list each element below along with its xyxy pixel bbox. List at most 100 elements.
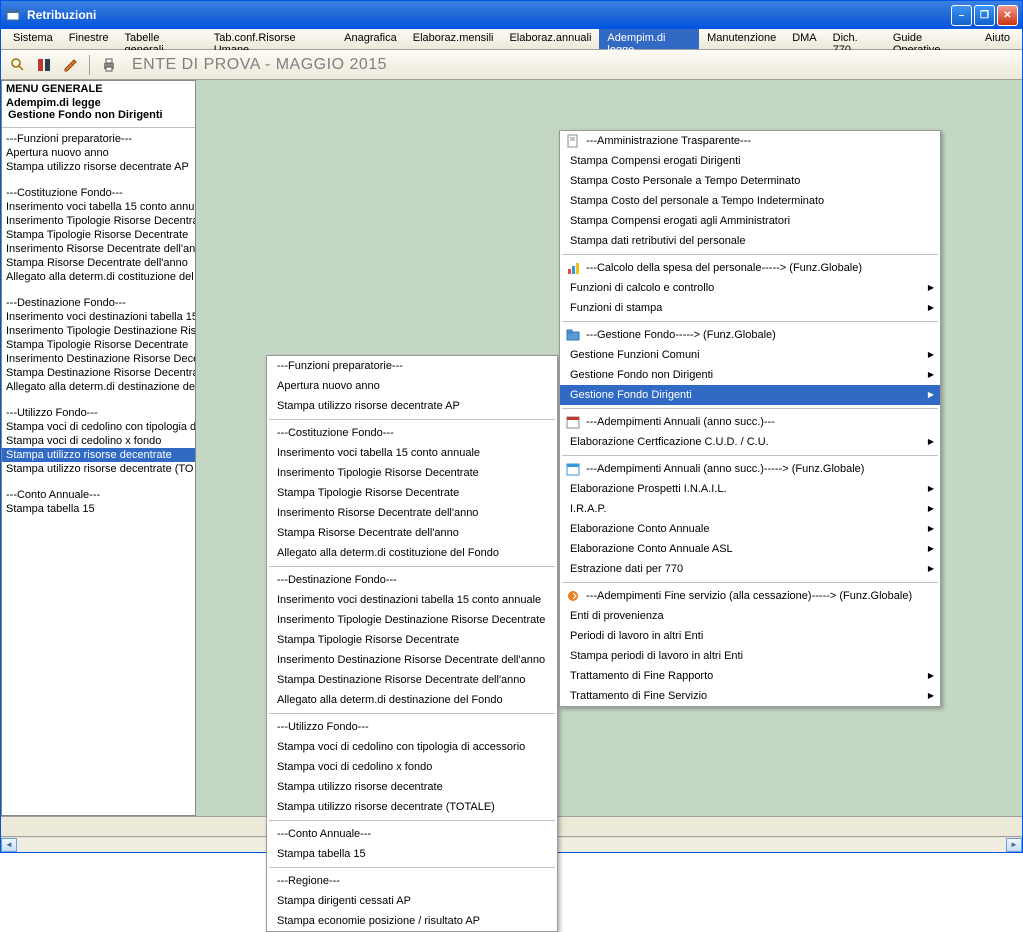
sidebar-item[interactable]: Inserimento voci tabella 15 conto annu (2, 200, 195, 214)
tool-icon-1[interactable] (33, 54, 55, 76)
context-menu-item[interactable]: Stampa economie posizione / risultato AP (267, 911, 557, 931)
dropdown-menu-item[interactable]: Funzioni di calcolo e controllo (560, 278, 940, 298)
context-menu-item[interactable]: Inserimento Risorse Decentrate dell'anno (267, 503, 557, 523)
menu-sistema[interactable]: Sistema (5, 29, 61, 49)
context-menu-item[interactable]: Inserimento voci tabella 15 conto annual… (267, 443, 557, 463)
context-menu-item[interactable]: Stampa utilizzo risorse decentrate (TOTA… (267, 797, 557, 817)
menu-elaboraz-mensili[interactable]: Elaboraz.mensili (405, 29, 502, 49)
minimize-button[interactable]: – (951, 5, 972, 26)
edit-icon[interactable] (59, 54, 81, 76)
context-menu-item[interactable]: Apertura nuovo anno (267, 376, 557, 396)
dropdown-menu-item[interactable]: Gestione Fondo Dirigenti (560, 385, 940, 405)
context-menu-item[interactable]: Allegato alla determ.di costituzione del… (267, 543, 557, 563)
menu-dma[interactable]: DMA (784, 29, 824, 49)
dropdown-menu-item[interactable]: I.R.A.P. (560, 499, 940, 519)
context-menu-item[interactable]: ---Costituzione Fondo--- (267, 423, 557, 443)
context-menu-item[interactable]: ---Funzioni preparatorie--- (267, 356, 557, 376)
sidebar-item[interactable]: ---Funzioni preparatorie--- (2, 132, 195, 146)
context-menu-item[interactable]: Inserimento Tipologie Risorse Decentrate (267, 463, 557, 483)
dropdown-menu-item[interactable]: Gestione Funzioni Comuni (560, 345, 940, 365)
scroll-left-button[interactable]: ◄ (1, 838, 17, 852)
context-menu-item[interactable]: Stampa utilizzo risorse decentrate (267, 777, 557, 797)
context-menu-item[interactable]: Stampa Tipologie Risorse Decentrate (267, 630, 557, 650)
sidebar-item[interactable]: Stampa voci di cedolino x fondo (2, 434, 195, 448)
dropdown-menu-item[interactable]: Elaborazione Conto Annuale (560, 519, 940, 539)
sidebar-item[interactable]: Stampa utilizzo risorse decentrate AP (2, 160, 195, 174)
dropdown-menu-item[interactable]: Stampa Costo del personale a Tempo Indet… (560, 191, 940, 211)
context-menu-item[interactable]: Stampa tabella 15 (267, 844, 557, 864)
search-icon[interactable] (7, 54, 29, 76)
context-menu-item[interactable]: Allegato alla determ.di destinazione del… (267, 690, 557, 710)
dropdown-menu-item[interactable]: Stampa periodi di lavoro in altri Enti (560, 646, 940, 666)
context-menu-item[interactable]: Stampa utilizzo risorse decentrate AP (267, 396, 557, 416)
close-button[interactable]: ✕ (997, 5, 1018, 26)
maximize-button[interactable]: ❐ (974, 5, 995, 26)
menu-anagrafica[interactable]: Anagrafica (336, 29, 405, 49)
context-menu-item[interactable]: ---Regione--- (267, 871, 557, 891)
menu-dich-770[interactable]: Dich. 770 (825, 29, 885, 49)
dropdown-menu-item[interactable]: ---Adempimenti Fine servizio (alla cessa… (560, 586, 940, 606)
context-menu-item[interactable]: ---Utilizzo Fondo--- (267, 717, 557, 737)
context-menu-item[interactable]: Stampa Destinazione Risorse Decentrate d… (267, 670, 557, 690)
dropdown-menu-item[interactable]: Funzioni di stampa (560, 298, 940, 318)
sidebar-item[interactable]: Stampa Risorse Decentrate dell'anno (2, 256, 195, 270)
context-menu-item[interactable]: Stampa Risorse Decentrate dell'anno (267, 523, 557, 543)
dropdown-menu-item[interactable]: ---Adempimenti Annuali (anno succ.)-----… (560, 459, 940, 479)
sidebar-item[interactable]: Apertura nuovo anno (2, 146, 195, 160)
menu-manutenzione[interactable]: Manutenzione (699, 29, 784, 49)
sidebar-item[interactable]: ---Conto Annuale--- (2, 488, 195, 502)
sidebar-item[interactable]: Stampa Tipologie Risorse Decentrate (2, 228, 195, 242)
context-menu-item[interactable]: ---Conto Annuale--- (267, 824, 557, 844)
dropdown-menu-item[interactable]: ---Adempimenti Annuali (anno succ.)--- (560, 412, 940, 432)
dropdown-menu-item[interactable]: Estrazione dati per 770 (560, 559, 940, 579)
sidebar-item[interactable]: Stampa tabella 15 (2, 502, 195, 516)
print-icon[interactable] (98, 54, 120, 76)
menu-elaboraz-annuali[interactable]: Elaboraz.annuali (501, 29, 599, 49)
dropdown-menu-item[interactable]: Elaborazione Prospetti I.N.A.I.L. (560, 479, 940, 499)
dropdown-menu-item[interactable]: Trattamento di Fine Servizio (560, 686, 940, 706)
context-menu-item[interactable]: Stampa voci di cedolino x fondo (267, 757, 557, 777)
menu-guide-operative[interactable]: Guide Operative (885, 29, 977, 49)
sidebar-item[interactable]: Inserimento Tipologie Destinazione Ris (2, 324, 195, 338)
dropdown-menu-item[interactable]: Elaborazione Certficazione C.U.D. / C.U. (560, 432, 940, 452)
menu-aiuto[interactable]: Aiuto (977, 29, 1018, 49)
sidebar-item[interactable]: ---Utilizzo Fondo--- (2, 406, 195, 420)
dropdown-menu-item[interactable]: Elaborazione Conto Annuale ASL (560, 539, 940, 559)
dropdown-menu-item[interactable]: Stampa Costo Personale a Tempo Determina… (560, 171, 940, 191)
sidebar-item[interactable]: Inserimento Destinazione Risorse Dece (2, 352, 195, 366)
scroll-right-button[interactable]: ► (1006, 838, 1022, 852)
sidebar-item[interactable]: Stampa Destinazione Risorse Decentra (2, 366, 195, 380)
sidebar-item[interactable]: ---Costituzione Fondo--- (2, 186, 195, 200)
sidebar-item[interactable]: Stampa Tipologie Risorse Decentrate (2, 338, 195, 352)
dropdown-menu-item[interactable]: Stampa Compensi erogati agli Amministrat… (560, 211, 940, 231)
dropdown-menu-item[interactable]: ---Amministrazione Trasparente--- (560, 131, 940, 151)
dropdown-menu-item[interactable]: ---Gestione Fondo-----> (Funz.Globale) (560, 325, 940, 345)
menu-tabelle-generali[interactable]: Tabelle generali (117, 29, 206, 49)
context-menu-item[interactable]: Inserimento voci destinazioni tabella 15… (267, 590, 557, 610)
dropdown-menu-item[interactable]: Stampa dati retributivi del personale (560, 231, 940, 251)
sidebar-item[interactable]: Inserimento Tipologie Risorse Decentra (2, 214, 195, 228)
context-menu-item[interactable]: Stampa voci di cedolino con tipologia di… (267, 737, 557, 757)
sidebar-item[interactable]: Allegato alla determ.di costituzione del (2, 270, 195, 284)
menu-adempim-di-legge[interactable]: Adempim.di legge (599, 29, 699, 49)
menu-finestre[interactable]: Finestre (61, 29, 117, 49)
sidebar-item[interactable]: Stampa utilizzo risorse decentrate (2, 448, 195, 462)
context-menu-item[interactable]: Inserimento Destinazione Risorse Decentr… (267, 650, 557, 670)
sidebar-item[interactable]: Inserimento voci destinazioni tabella 15 (2, 310, 195, 324)
dropdown-menu-item[interactable]: Gestione Fondo non Dirigenti (560, 365, 940, 385)
context-menu-item[interactable]: Inserimento Tipologie Destinazione Risor… (267, 610, 557, 630)
context-menu-item[interactable]: Stampa dirigenti cessati AP (267, 891, 557, 911)
sidebar-item[interactable]: ---Destinazione Fondo--- (2, 296, 195, 310)
dropdown-menu-item[interactable]: ---Calcolo della spesa del personale----… (560, 258, 940, 278)
dropdown-menu-item[interactable]: Stampa Compensi erogati Dirigenti (560, 151, 940, 171)
menu-tab-conf-risorse-umane[interactable]: Tab.conf.Risorse Umane (206, 29, 336, 49)
sidebar-item[interactable]: Allegato alla determ.di destinazione de (2, 380, 195, 394)
context-menu-item[interactable]: ---Destinazione Fondo--- (267, 570, 557, 590)
sidebar-item[interactable]: Inserimento Risorse Decentrate dell'an (2, 242, 195, 256)
dropdown-menu-item[interactable]: Trattamento di Fine Rapporto (560, 666, 940, 686)
sidebar-item[interactable]: Stampa voci di cedolino con tipologia d (2, 420, 195, 434)
dropdown-menu-item[interactable]: Periodi di lavoro in altri Enti (560, 626, 940, 646)
dropdown-menu-item[interactable]: Enti di provenienza (560, 606, 940, 626)
sidebar-item[interactable]: Stampa utilizzo risorse decentrate (TO (2, 462, 195, 476)
context-menu-item[interactable]: Stampa Tipologie Risorse Decentrate (267, 483, 557, 503)
